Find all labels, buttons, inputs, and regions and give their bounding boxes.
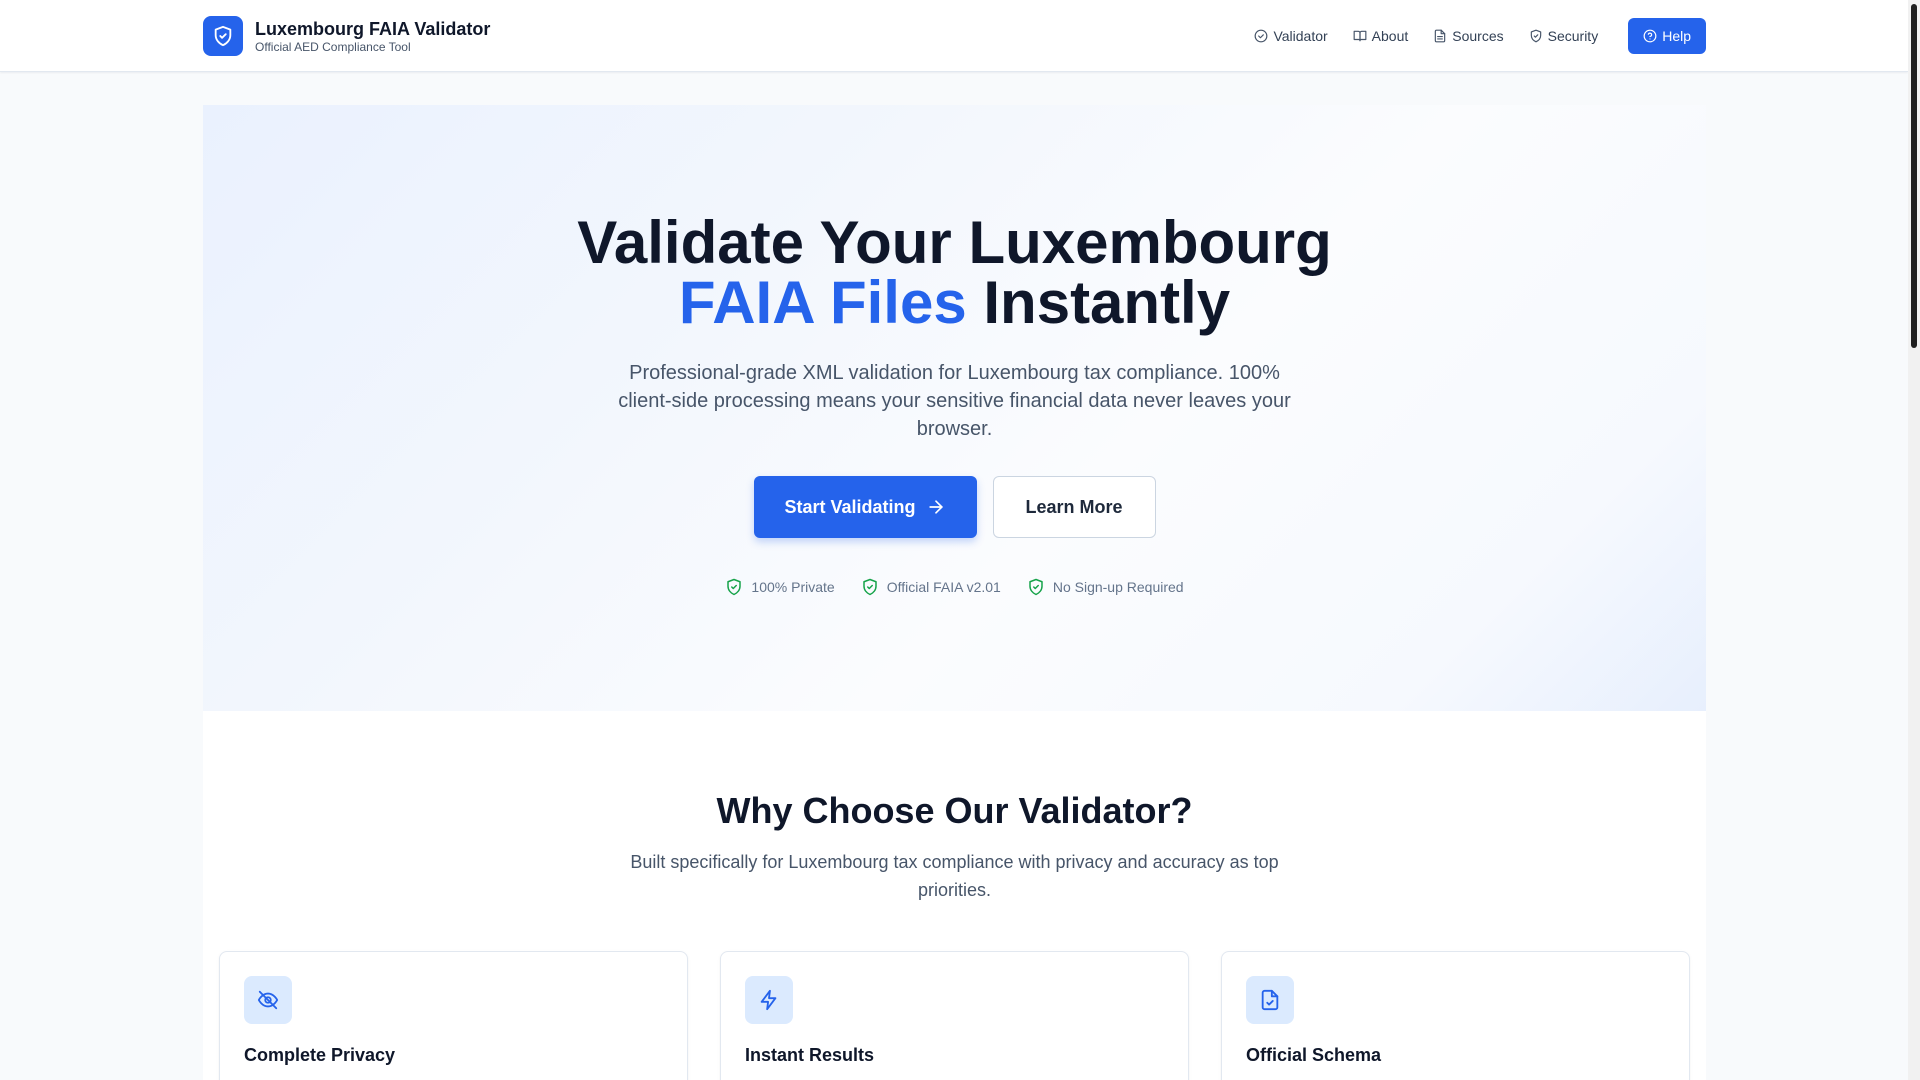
badge-no-signup: No Sign-up Required xyxy=(1027,578,1184,596)
page-scrollbar[interactable] xyxy=(1908,0,1920,1080)
feature-card-instant: Instant Results xyxy=(720,951,1189,1080)
shield-icon xyxy=(1530,29,1541,43)
badge-private-label: 100% Private xyxy=(751,579,835,595)
zap-icon xyxy=(745,976,793,1024)
shield-check-icon xyxy=(862,578,877,596)
badge-official: Official FAIA v2.01 xyxy=(861,578,1001,596)
hero-title: Validate Your Luxembourg FAIA Files Inst… xyxy=(203,213,1706,333)
brand[interactable]: Luxembourg FAIA Validator Official AED C… xyxy=(203,16,490,56)
top-navbar: Luxembourg FAIA Validator Official AED C… xyxy=(0,0,1908,72)
learn-more-label: Learn More xyxy=(1025,496,1123,517)
help-circle-icon xyxy=(1643,29,1657,43)
file-text-icon xyxy=(1435,29,1446,43)
start-validating-label: Start Validating xyxy=(784,496,916,517)
nav-validator-label: Validator xyxy=(1273,28,1328,44)
eye-off-icon xyxy=(244,976,292,1024)
trust-badges: 100% Private Official FAIA v2.01 No Sign… xyxy=(203,578,1706,596)
hero-title-accent: FAIA Files xyxy=(678,269,967,336)
hero-title-line1: Validate Your Luxembourg xyxy=(577,209,1332,276)
feature-card-title: Complete Privacy xyxy=(244,1045,396,1065)
why-description: Built specifically for Luxembourg tax co… xyxy=(630,852,1279,900)
file-check-icon xyxy=(1246,976,1294,1024)
hero-description: Professional-grade XML validation for Lu… xyxy=(618,362,1291,440)
help-button[interactable]: Help xyxy=(1628,18,1706,54)
app-title: Luxembourg FAIA Validator xyxy=(255,18,491,39)
why-title: Why Choose Our Validator? xyxy=(716,790,1193,831)
book-open-icon xyxy=(1353,30,1367,42)
feature-card-title: Official Schema xyxy=(1246,1045,1382,1065)
badge-private: 100% Private xyxy=(725,578,835,596)
arrow-right-icon xyxy=(928,500,943,514)
hero-section: Validate Your Luxembourg FAIA Files Inst… xyxy=(203,105,1706,711)
nav-security-label: Security xyxy=(1547,28,1599,44)
feature-card-title: Instant Results xyxy=(745,1045,875,1065)
hero-title-rest: Instantly xyxy=(966,269,1231,336)
start-validating-button[interactable]: Start Validating xyxy=(753,476,977,538)
feature-card-schema: Official Schema xyxy=(1221,951,1690,1080)
scrollbar-thumb[interactable] xyxy=(1911,4,1917,348)
nav-security[interactable]: Security xyxy=(1529,18,1599,54)
app-subtitle: Official AED Compliance Tool xyxy=(255,39,411,54)
cta-row: Start Validating Learn More xyxy=(203,476,1706,538)
nav-sources[interactable]: Sources xyxy=(1433,18,1504,54)
nav-about[interactable]: About xyxy=(1353,18,1409,54)
why-section: Why Choose Our Validator? Built specific… xyxy=(203,711,1706,1080)
learn-more-button[interactable]: Learn More xyxy=(992,476,1156,538)
feature-card-privacy: Complete Privacy xyxy=(219,951,688,1080)
nav-about-label: About xyxy=(1371,28,1409,44)
shield-check-logo-icon xyxy=(203,16,243,56)
badge-no-signup-label: No Sign-up Required xyxy=(1052,579,1184,595)
shield-check-icon xyxy=(727,578,742,596)
help-button-label: Help xyxy=(1662,28,1691,44)
check-circle-icon xyxy=(1255,29,1268,43)
badge-official-label: Official FAIA v2.01 xyxy=(886,579,1001,595)
main-nav: Validator About Sources Security Help xyxy=(1229,18,1706,54)
nav-validator[interactable]: Validator xyxy=(1254,18,1328,54)
shield-check-icon xyxy=(1029,578,1043,596)
nav-sources-label: Sources xyxy=(1452,28,1504,44)
